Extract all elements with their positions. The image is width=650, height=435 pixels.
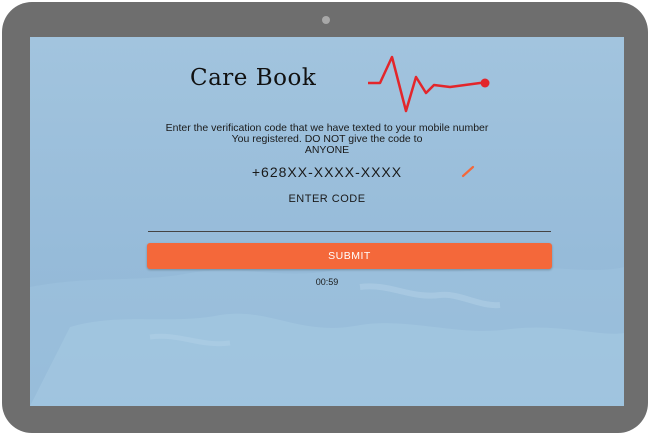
submit-button[interactable]: SUBMIT [147, 243, 552, 269]
tablet-frame: Care Book Enter the verification code th… [2, 2, 648, 433]
message-line: ANYONE [304, 144, 350, 156]
heartbeat-icon [368, 55, 490, 113]
enter-code-label: ENTER CODE [288, 193, 366, 205]
care-book-logo: Care Book [190, 53, 510, 113]
verification-message: Enter the verification code that we have… [30, 123, 624, 156]
camera-dot [322, 16, 330, 24]
code-input[interactable] [148, 207, 551, 232]
pencil-icon[interactable] [460, 164, 476, 178]
countdown-timer: 00:59 [315, 277, 339, 287]
app-screen: Care Book Enter the verification code th… [30, 37, 624, 406]
phone-number: +628XX-XXXX-XXXX [251, 164, 403, 180]
logo-text: Care Book [190, 65, 317, 91]
